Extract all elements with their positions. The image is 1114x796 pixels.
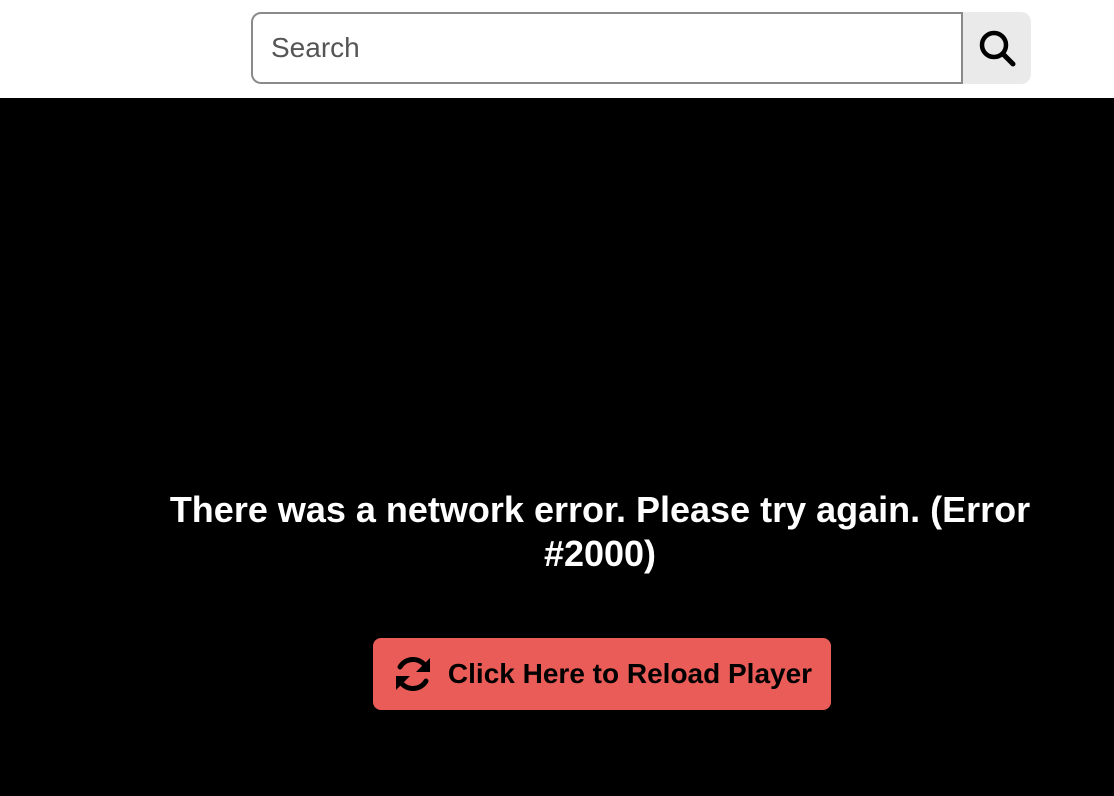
refresh-icon [392,653,434,695]
video-player: There was a network error. Please try ag… [0,98,1114,796]
header-bar [0,0,1114,98]
reload-player-button[interactable]: Click Here to Reload Player [373,638,831,710]
search-input[interactable] [251,12,963,84]
reload-button-label: Click Here to Reload Player [447,658,813,689]
search-icon [977,28,1017,68]
search-button[interactable] [963,12,1031,84]
error-message: There was a network error. Please try ag… [169,489,1031,574]
search-bar [251,12,1031,84]
